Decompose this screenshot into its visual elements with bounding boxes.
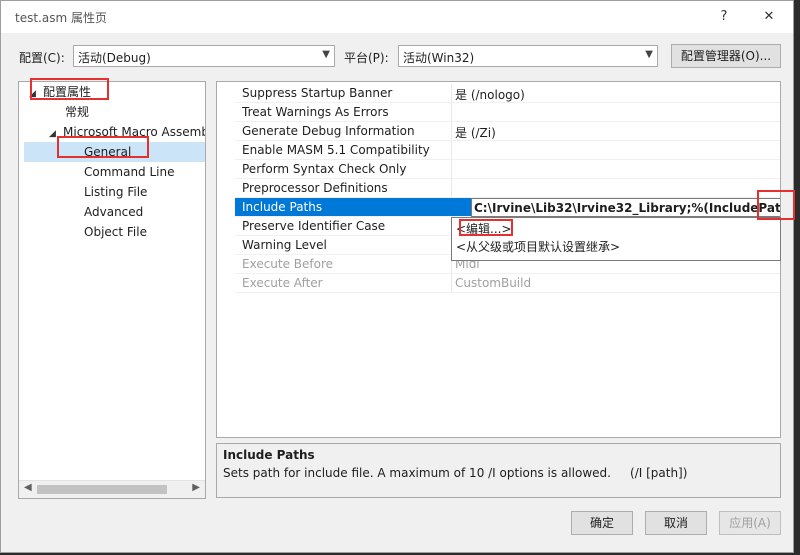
scroll-right-icon[interactable]: ▶ [192,482,200,493]
property-row[interactable]: Preprocessor Definitions [235,179,780,198]
tree-item-advanced[interactable]: Advanced [84,202,143,222]
platform-select[interactable]: 活动(Win32) ▼ [398,45,658,67]
property-tree: ◢配置属性 常规 ◢Microsoft Macro Assembler Gene… [18,81,206,499]
ok-button[interactable]: 确定 [571,511,633,535]
platform-value: 活动(Win32) [403,51,475,65]
dropdown-option-edit[interactable]: <编辑...> [456,220,512,238]
tree-item-general[interactable]: General [24,142,205,162]
property-row[interactable]: Enable MASM 5.1 Compatibility [235,141,780,160]
tree-item-object-file[interactable]: Object File [84,222,147,242]
property-row[interactable]: Suppress Startup Banner 是 (/nologo) [235,84,780,103]
platform-label: 平台(P): [344,51,389,65]
window-title: test.asm 属性页 [15,11,107,25]
description-text: Sets path for include file. A maximum of… [223,466,688,480]
expand-triangle-icon[interactable]: ◢ [29,84,43,104]
cancel-button[interactable]: 取消 [645,511,707,535]
tree-horizontal-scrollbar[interactable]: ◀ ▶ [19,480,205,498]
include-paths-value-field[interactable]: C:\Irvine\Lib32\Irvine32_Library;%(Inclu… [471,198,780,217]
scroll-left-icon[interactable]: ◀ [24,482,32,493]
include-paths-dropdown-list: <编辑...> <从父级或项目默认设置继承> [451,217,781,261]
help-button[interactable]: ? [712,6,736,28]
tree-item-config-properties[interactable]: ◢ 配置属性 [29,82,91,102]
property-pages-dialog: test.asm 属性页 ? ✕ 配置(C): 活动(Debug) ▼ 平台(P… [0,0,795,553]
property-row[interactable]: Execute After CustomBuild [235,274,780,293]
tree-item-listing-file[interactable]: Listing File [84,182,147,202]
expand-triangle-icon[interactable]: ◢ [49,124,63,144]
chevron-down-icon: ▼ [645,49,653,60]
property-row[interactable]: Treat Warnings As Errors [235,103,780,122]
property-row[interactable]: Perform Syntax Check Only [235,160,780,179]
chevron-down-icon: ▼ [322,49,330,60]
property-row-include-paths[interactable]: Include Paths C:\Irvine\Lib32\Irvine32_L… [235,198,780,217]
description-panel: Include Paths Sets path for include file… [216,443,781,498]
dropdown-option-inherit[interactable]: <从父级或项目默认设置继承> [456,238,620,256]
tree-item-command-line[interactable]: Command Line [84,162,175,182]
property-row[interactable]: Generate Debug Information 是 (/Zi) [235,122,780,141]
configuration-select[interactable]: 活动(Debug) ▼ [73,45,335,67]
configuration-value: 活动(Debug) [78,51,151,65]
tree-item-general-cn[interactable]: 常规 [65,102,89,122]
description-title: Include Paths [223,448,315,462]
scrollbar-thumb[interactable] [37,485,167,494]
tree-item-macro-assembler[interactable]: ◢Microsoft Macro Assembler [49,122,205,144]
title-bar: test.asm 属性页 ? ✕ [1,1,793,33]
configuration-manager-button[interactable]: 配置管理器(O)... [671,44,781,68]
configuration-label: 配置(C): [19,51,65,65]
apply-button[interactable]: 应用(A) [719,511,781,535]
close-button[interactable]: ✕ [757,6,781,28]
